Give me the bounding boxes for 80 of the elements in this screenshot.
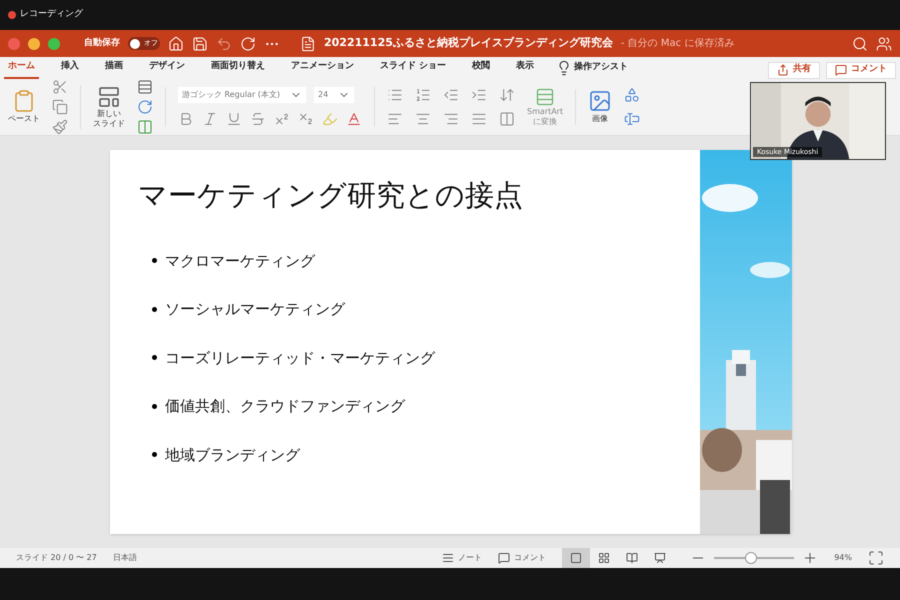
ribbon-tab[interactable]: スライド ショー (376, 57, 450, 79)
ribbon-tab[interactable]: 表示 (512, 57, 538, 79)
line-spacing-icon[interactable] (499, 87, 515, 103)
strikethrough-icon[interactable] (250, 111, 266, 127)
recording-icon (8, 11, 16, 19)
ribbon-tab[interactable]: ホーム (4, 57, 39, 79)
layout-icon[interactable] (137, 79, 153, 95)
copy-icon[interactable] (52, 99, 68, 115)
new-slide-label[interactable]: 新しい (97, 109, 121, 119)
picture-label[interactable]: 画像 (592, 113, 608, 125)
notes-button[interactable]: ノート (442, 552, 482, 564)
bullet-item: 価値共創、クラウドファンディング (152, 395, 700, 418)
reset-icon[interactable] (137, 99, 153, 115)
indent-increase-icon[interactable] (471, 87, 487, 103)
paste-label[interactable]: ペースト (8, 113, 40, 125)
align-right-icon[interactable] (443, 111, 459, 127)
reading-view-icon (626, 552, 638, 564)
align-center-icon[interactable] (415, 111, 431, 127)
autosave-label: 自動保存 (84, 36, 120, 50)
underline-icon[interactable] (226, 111, 242, 127)
bullet-item: ソーシャルマーケティング (152, 298, 700, 320)
format-painter-icon[interactable] (52, 119, 68, 135)
zoom-slider-thumb[interactable] (744, 552, 757, 564)
file-name: 202211125ふるさと納税プレイスブランディング研究会 (324, 35, 613, 52)
font-size-field[interactable]: 24 (314, 87, 354, 103)
highlighter-icon[interactable] (322, 111, 338, 127)
subscript-icon[interactable] (298, 111, 314, 127)
zoom-slider[interactable] (714, 552, 794, 564)
align-left-icon[interactable] (387, 111, 403, 127)
bullet-item: マクロマーケティング (152, 250, 700, 272)
ribbon-tab[interactable]: アニメーション (287, 57, 358, 79)
comments-button[interactable]: コメント (498, 552, 546, 564)
assist-label[interactable]: 操作アシスト (574, 61, 628, 75)
new-slide-label[interactable]: スライド (93, 119, 125, 129)
normal-view-icon (570, 552, 582, 564)
bullet-item: コーズリレーティッド・マーケティング (152, 346, 700, 369)
comment-button[interactable]: コメント (826, 62, 896, 78)
fit-slide-icon[interactable] (868, 550, 884, 566)
text-box-icon[interactable] (624, 111, 640, 127)
notes-icon (442, 552, 454, 564)
minimize-window-button[interactable] (28, 38, 40, 50)
smartart-icon[interactable] (535, 87, 556, 107)
columns-icon[interactable] (499, 111, 515, 127)
save-icon[interactable] (192, 36, 208, 52)
cut-icon[interactable] (52, 79, 68, 95)
document-icon[interactable] (300, 36, 316, 52)
redo-icon[interactable] (240, 36, 256, 52)
ribbon-tab[interactable]: 画面切り替え (207, 57, 269, 79)
zoom-percent: 94% (834, 552, 852, 564)
picture-icon[interactable] (588, 89, 612, 113)
ribbon-tab[interactable]: 描画 (101, 57, 127, 79)
ribbon-tab[interactable]: 挿入 (57, 57, 83, 79)
slide-title: マーケティング研究との接点 (138, 177, 524, 214)
comment-icon (835, 64, 847, 76)
maximize-window-button[interactable] (48, 38, 60, 50)
search-icon[interactable] (852, 36, 868, 52)
shapes-icon[interactable] (624, 87, 640, 103)
sorter-view-icon (598, 552, 610, 564)
indent-decrease-icon[interactable] (443, 87, 459, 103)
section-icon[interactable] (137, 119, 153, 135)
share-button[interactable]: 共有 (768, 62, 820, 78)
bullet-item: 地域ブランディング (152, 444, 700, 466)
comment-icon (498, 552, 510, 564)
justify-icon[interactable] (471, 111, 487, 127)
font-name-field[interactable]: 游ゴシック Regular (本文) (178, 87, 306, 103)
people-icon[interactable] (876, 36, 892, 52)
recording-label: レコーディング (20, 8, 83, 22)
ribbon-tab[interactable]: デザイン (145, 57, 189, 79)
language-label: 日本語 (112, 552, 137, 564)
numbering-icon[interactable] (415, 87, 431, 103)
new-slide-icon[interactable] (97, 85, 121, 109)
view-button[interactable] (562, 548, 590, 568)
ribbon-tab[interactable]: 校閲 (468, 57, 494, 79)
slide-counter: スライド 20 / 0 〜 27 (16, 552, 97, 564)
home-icon[interactable] (168, 36, 184, 52)
superscript-icon[interactable] (274, 111, 290, 127)
font-color-icon[interactable] (346, 111, 362, 127)
share-icon (777, 64, 789, 76)
show-view-icon (654, 552, 666, 564)
italic-icon[interactable] (202, 111, 218, 127)
